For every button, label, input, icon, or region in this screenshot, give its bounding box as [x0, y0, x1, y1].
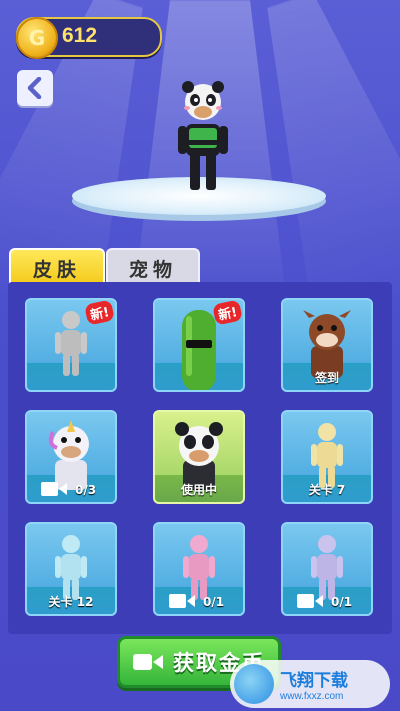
locked-figure-icon [183, 535, 215, 600]
skin-card[interactable]: 0/3 [25, 410, 117, 504]
tab-skins[interactable]: 皮肤 [9, 248, 105, 286]
skin-card[interactable]: 0/1 [153, 522, 245, 616]
video-progress: 0/1 [203, 595, 225, 609]
coin-count: 612 [62, 24, 98, 47]
skin-card-label: 关卡 7 [308, 483, 346, 497]
watermark-url: www.fxxz.com [280, 691, 344, 702]
skin-card[interactable]: 签到 [281, 298, 373, 392]
in-use-label: 使用中 [180, 483, 217, 497]
skin-card[interactable]: 关卡 12 [25, 522, 117, 616]
locked-figure-icon [311, 535, 343, 600]
video-progress: 0/1 [331, 595, 353, 609]
video-icon [297, 594, 323, 608]
watermark-title: 飞翔下载 [280, 671, 348, 691]
video-icon [169, 594, 195, 608]
locked-figure-icon [311, 423, 343, 488]
locked-figure-icon [55, 535, 87, 600]
skin-card[interactable]: 关卡 7 [281, 410, 373, 504]
new-badge: 新! [212, 300, 243, 326]
video-icon [41, 482, 67, 496]
new-badge: 新! [84, 300, 115, 326]
skin-card[interactable]: 新! [153, 298, 245, 392]
skin-card-selected[interactable]: 使用中 [153, 410, 245, 504]
skin-card-label: 关卡 12 [48, 595, 94, 609]
coin-icon: G [16, 17, 58, 59]
panda-character [178, 81, 228, 190]
chevron-left-icon [27, 77, 42, 99]
tab-pets-label: 宠物 [128, 258, 177, 281]
tab-skins-label: 皮肤 [32, 258, 81, 281]
tab-pets[interactable]: 宠物 [106, 248, 200, 286]
watermark: 飞翔下载 www.fxxz.com [230, 660, 390, 708]
locked-figure-icon [55, 311, 87, 376]
watermark-logo-icon [234, 664, 274, 704]
skin-card[interactable]: 0/1 [281, 522, 373, 616]
coin-balance: G 612 [16, 17, 162, 59]
skin-card[interactable]: 新! [25, 298, 117, 392]
video-progress: 0/3 [75, 483, 97, 497]
video-icon [133, 654, 163, 670]
back-button[interactable] [17, 70, 53, 106]
skin-card-label: 签到 [314, 371, 339, 385]
